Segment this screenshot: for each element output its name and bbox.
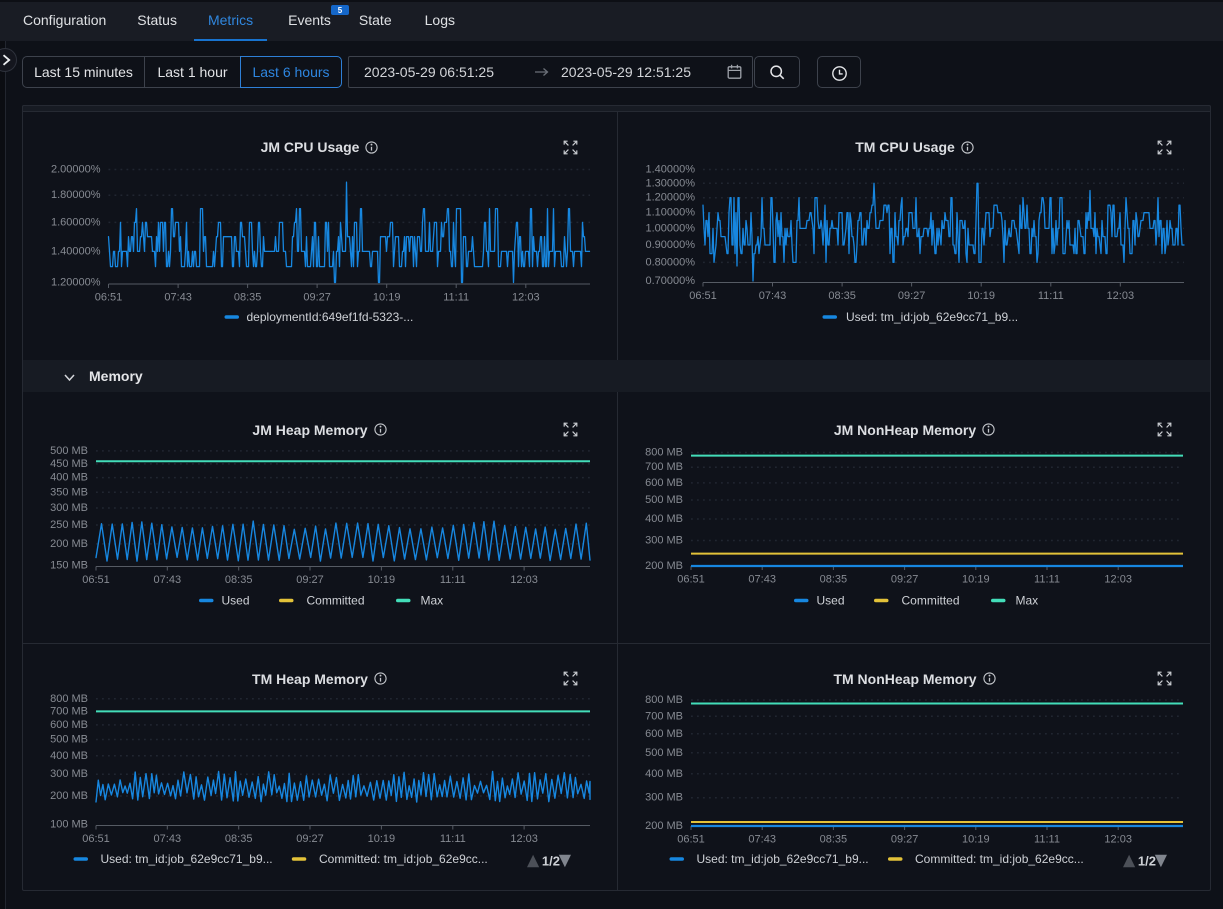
svg-text:12:03: 12:03 [510,574,538,586]
svg-text:10:19: 10:19 [962,574,990,586]
svg-text:07:43: 07:43 [748,834,776,846]
svg-text:400 MB: 400 MB [50,472,88,484]
svg-text:200 MB: 200 MB [645,820,683,832]
svg-text:12:03: 12:03 [1107,290,1135,302]
svg-text:400 MB: 400 MB [50,750,88,762]
svg-text:09:27: 09:27 [898,290,926,302]
svg-text:1.30000%: 1.30000% [645,177,695,189]
svg-text:500 MB: 500 MB [50,734,88,746]
svg-text:600 MB: 600 MB [50,719,88,731]
svg-text:200 MB: 200 MB [645,560,683,572]
svg-text:1.00000%: 1.00000% [645,222,695,234]
svg-text:06:51: 06:51 [95,291,123,303]
svg-text:1.60000%: 1.60000% [51,216,101,228]
svg-text:800 MB: 800 MB [645,694,683,706]
svg-text:09:27: 09:27 [303,291,331,303]
svg-text:12:03: 12:03 [510,833,538,845]
svg-text:07:43: 07:43 [748,574,776,586]
svg-text:250 MB: 250 MB [50,519,88,531]
svg-text:08:35: 08:35 [225,833,253,845]
svg-text:450 MB: 450 MB [50,458,88,470]
svg-text:12:03: 12:03 [512,291,540,303]
svg-text:150 MB: 150 MB [50,559,88,571]
svg-text:0.80000%: 0.80000% [645,256,695,268]
svg-text:Committed: Committed [902,594,960,608]
svg-text:Used: Used [222,594,250,608]
svg-text:1.20000%: 1.20000% [51,276,101,288]
svg-text:11:11: 11:11 [440,833,466,845]
svg-text:1.40000%: 1.40000% [645,163,695,175]
svg-text:08:35: 08:35 [225,574,253,586]
svg-text:12:03: 12:03 [1104,834,1132,846]
svg-text:06:51: 06:51 [677,834,705,846]
svg-text:300 MB: 300 MB [50,502,88,514]
svg-text:200 MB: 200 MB [50,538,88,550]
svg-text:10:19: 10:19 [368,833,396,845]
svg-text:700 MB: 700 MB [50,705,88,717]
svg-text:Max: Max [421,594,444,608]
svg-text:800 MB: 800 MB [50,693,88,705]
svg-text:08:35: 08:35 [828,290,856,302]
svg-text:600 MB: 600 MB [645,728,683,740]
svg-text:09:27: 09:27 [891,574,919,586]
svg-text:10:19: 10:19 [373,291,401,303]
svg-text:400 MB: 400 MB [645,513,683,525]
svg-text:08:35: 08:35 [820,834,848,846]
svg-text:Used: Used [817,594,845,608]
svg-text:1.10000%: 1.10000% [645,206,695,218]
svg-text:300 MB: 300 MB [50,768,88,780]
svg-text:1/2: 1/2 [542,854,560,869]
svg-text:0.70000%: 0.70000% [645,275,695,287]
svg-text:200 MB: 200 MB [50,790,88,802]
svg-text:0.90000%: 0.90000% [645,239,695,251]
svg-text:350 MB: 350 MB [50,486,88,498]
svg-text:08:35: 08:35 [234,291,262,303]
svg-text:10:19: 10:19 [967,290,995,302]
svg-text:400 MB: 400 MB [645,768,683,780]
svg-text:06:51: 06:51 [677,574,705,586]
svg-text:Used: tm_id:job_62e9cc71_b9...: Used: tm_id:job_62e9cc71_b9... [697,852,869,866]
svg-text:11:11: 11:11 [1034,574,1060,586]
svg-text:300 MB: 300 MB [645,535,683,547]
svg-text:07:43: 07:43 [154,574,182,586]
svg-text:11:11: 11:11 [443,291,469,303]
svg-text:07:43: 07:43 [164,291,192,303]
svg-text:11:11: 11:11 [440,574,466,586]
svg-text:800 MB: 800 MB [645,447,683,459]
svg-text:09:27: 09:27 [296,574,324,586]
svg-text:deploymentId:649ef1fd-5323-...: deploymentId:649ef1fd-5323-... [247,310,414,324]
svg-text:09:27: 09:27 [891,834,919,846]
svg-text:700 MB: 700 MB [645,461,683,473]
svg-text:2.00000%: 2.00000% [51,163,101,175]
svg-text:Committed: tm_id:job_62e9cc...: Committed: tm_id:job_62e9cc... [319,852,488,866]
svg-text:Committed: Committed [307,594,365,608]
svg-text:1.80000%: 1.80000% [51,189,101,201]
svg-text:Used: tm_id:job_62e9cc71_b9...: Used: tm_id:job_62e9cc71_b9... [846,310,1018,324]
svg-text:07:43: 07:43 [154,833,182,845]
svg-text:06:51: 06:51 [82,833,110,845]
svg-text:06:51: 06:51 [689,290,717,302]
svg-text:06:51: 06:51 [82,574,110,586]
svg-text:11:11: 11:11 [1038,290,1064,302]
svg-text:1.20000%: 1.20000% [645,191,695,203]
svg-text:Committed: tm_id:job_62e9cc...: Committed: tm_id:job_62e9cc... [915,852,1084,866]
svg-text:09:27: 09:27 [296,833,324,845]
svg-text:500 MB: 500 MB [645,747,683,759]
svg-text:500 MB: 500 MB [50,445,88,457]
svg-text:07:43: 07:43 [759,290,787,302]
svg-text:Used: tm_id:job_62e9cc71_b9...: Used: tm_id:job_62e9cc71_b9... [101,852,273,866]
svg-text:600 MB: 600 MB [645,477,683,489]
svg-text:300 MB: 300 MB [645,792,683,804]
svg-text:10:19: 10:19 [368,574,396,586]
svg-text:1/2: 1/2 [1138,854,1156,869]
svg-text:100 MB: 100 MB [50,819,88,831]
svg-text:12:03: 12:03 [1104,574,1132,586]
svg-text:08:35: 08:35 [820,574,848,586]
svg-text:1.40000%: 1.40000% [51,245,101,257]
svg-text:10:19: 10:19 [962,834,990,846]
svg-text:500 MB: 500 MB [645,494,683,506]
svg-text:700 MB: 700 MB [645,710,683,722]
svg-text:Max: Max [1016,594,1039,608]
svg-text:11:11: 11:11 [1034,834,1060,846]
